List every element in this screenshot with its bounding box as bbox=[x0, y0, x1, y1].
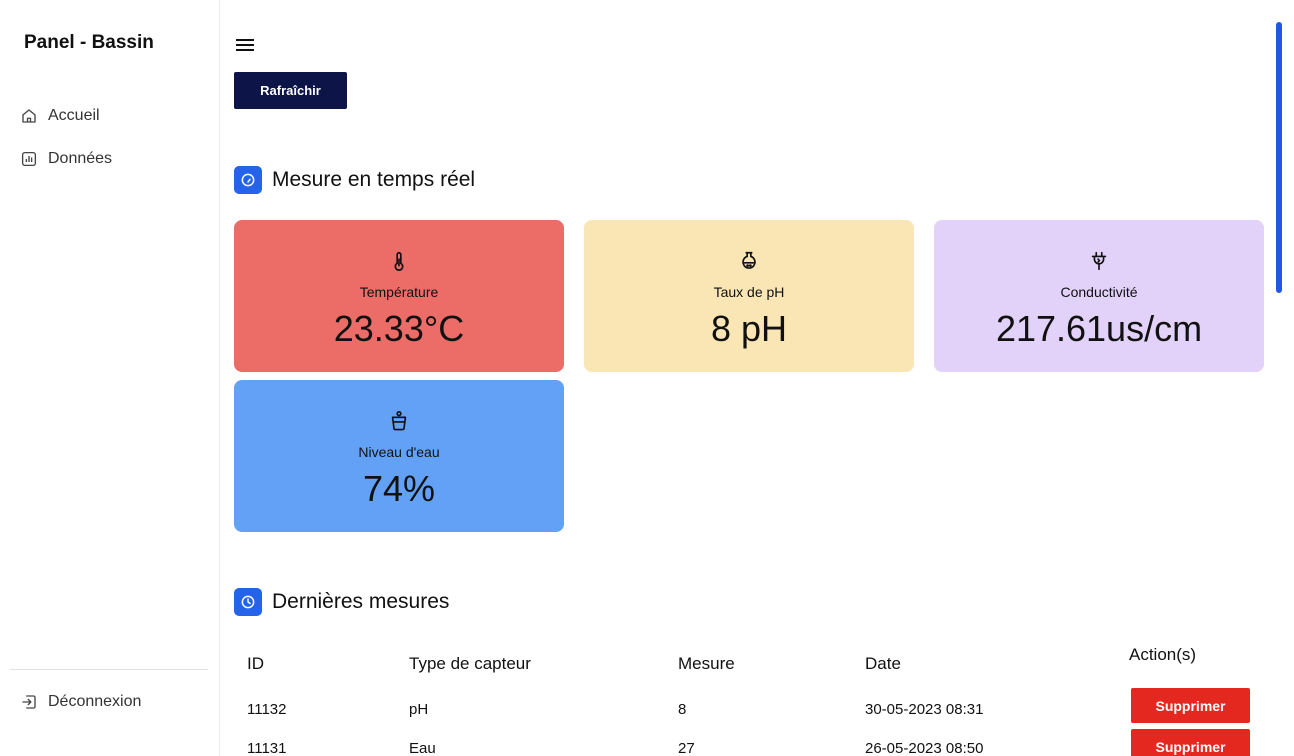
conductivity-card: Conductivité 217.61us/cm bbox=[934, 220, 1264, 372]
sidebar-divider bbox=[10, 669, 208, 670]
app: Panel - Bassin Accueil Données Déconnexi… bbox=[0, 0, 1294, 756]
hamburger-icon bbox=[236, 39, 254, 51]
cell-id: 11131 bbox=[247, 740, 287, 756]
plug-icon bbox=[1091, 251, 1107, 271]
column-header-action: Action(s) bbox=[1129, 645, 1197, 664]
scrollbar-thumb[interactable] bbox=[1276, 22, 1282, 293]
section-title-text: Dernières mesures bbox=[272, 590, 450, 613]
main-content: Rafraîchir Mesure en temps réel Températ… bbox=[220, 0, 1274, 756]
water-glass-icon bbox=[391, 411, 407, 431]
column-header-mesure: Mesure bbox=[678, 654, 735, 673]
sidebar-item-label: Données bbox=[48, 150, 113, 167]
sidebar-item-donnees[interactable]: Données bbox=[20, 147, 112, 171]
water-level-card: Niveau d'eau 74% bbox=[234, 380, 564, 532]
cell-mesure: 8 bbox=[678, 701, 687, 718]
card-label: Niveau d'eau bbox=[358, 444, 440, 460]
section-title-latest: Dernières mesures bbox=[234, 587, 449, 617]
column-header-date: Date bbox=[865, 654, 901, 673]
cell-type: pH bbox=[409, 701, 429, 718]
menu-toggle-button[interactable] bbox=[234, 34, 256, 56]
temperature-card: Température 23.33°C bbox=[234, 220, 564, 372]
column-header-id: ID bbox=[247, 654, 264, 673]
cell-date: 26-05-2023 08:50 bbox=[865, 740, 984, 756]
card-label: Taux de pH bbox=[713, 284, 785, 300]
delete-button[interactable]: Supprimer bbox=[1131, 729, 1250, 756]
chart-icon bbox=[21, 151, 37, 167]
column-header-type: Type de capteur bbox=[409, 654, 531, 673]
card-value: 8 pH bbox=[710, 308, 788, 349]
card-label: Conductivité bbox=[1060, 284, 1138, 300]
sidebar: Panel - Bassin Accueil Données Déconnexi… bbox=[0, 0, 220, 756]
card-value: 74% bbox=[362, 468, 436, 509]
gauge-icon bbox=[234, 166, 262, 194]
clock-icon bbox=[234, 588, 262, 616]
delete-button[interactable]: Supprimer bbox=[1131, 688, 1250, 723]
flask-icon bbox=[742, 251, 756, 269]
sidebar-item-label: Accueil bbox=[48, 107, 100, 124]
cell-mesure: 27 bbox=[678, 740, 695, 756]
home-icon bbox=[22, 109, 36, 123]
section-title-realtime: Mesure en temps réel bbox=[234, 165, 475, 195]
card-value: 23.33°C bbox=[333, 308, 465, 349]
refresh-button[interactable]: Rafraîchir bbox=[234, 72, 347, 109]
logout-label: Déconnexion bbox=[48, 693, 142, 710]
cell-id: 11132 bbox=[247, 701, 287, 718]
logout-icon bbox=[22, 695, 36, 709]
thermometer-icon bbox=[394, 251, 404, 271]
ph-card: Taux de pH 8 pH bbox=[584, 220, 914, 372]
sidebar-item-accueil[interactable]: Accueil bbox=[20, 104, 100, 128]
section-title-text: Mesure en temps réel bbox=[272, 168, 476, 191]
app-title: Panel - Bassin bbox=[24, 32, 154, 53]
cell-type: Eau bbox=[409, 740, 436, 756]
cell-date: 30-05-2023 08:31 bbox=[865, 701, 984, 718]
logout-button[interactable]: Déconnexion bbox=[20, 690, 141, 714]
card-value: 217.61us/cm bbox=[995, 308, 1203, 349]
card-label: Température bbox=[359, 284, 439, 300]
